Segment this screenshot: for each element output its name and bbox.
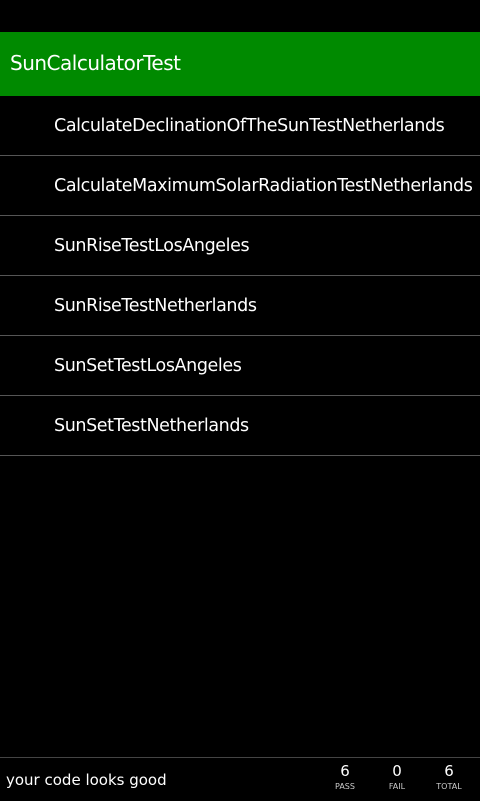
- test-item[interactable]: CalculateDeclinationOfTheSunTestNetherla…: [0, 96, 480, 156]
- total-count: 6 TOTAL: [424, 762, 474, 791]
- status-text: your code looks good: [6, 771, 167, 789]
- test-item[interactable]: CalculateMaximumSolarRadiationTestNether…: [0, 156, 480, 216]
- test-name: SunSetTestNetherlands: [54, 416, 249, 436]
- fail-label: FAIL: [388, 782, 406, 791]
- test-item[interactable]: SunRiseTestLosAngeles: [0, 216, 480, 276]
- test-name: SunRiseTestLosAngeles: [54, 236, 250, 256]
- app-header: SunCalculatorTest: [0, 32, 480, 96]
- fail-count: 0 FAIL: [372, 762, 422, 791]
- fail-value: 0: [392, 762, 402, 780]
- test-item[interactable]: SunSetTestNetherlands: [0, 396, 480, 456]
- pass-count: 6 PASS: [320, 762, 370, 791]
- pass-value: 6: [340, 762, 350, 780]
- test-name: SunRiseTestNetherlands: [54, 296, 257, 316]
- pass-label: PASS: [335, 782, 355, 791]
- total-value: 6: [444, 762, 454, 780]
- page-title: SunCalculatorTest: [10, 51, 181, 75]
- test-item[interactable]: SunRiseTestNetherlands: [0, 276, 480, 336]
- test-name: CalculateDeclinationOfTheSunTestNetherla…: [54, 116, 445, 136]
- test-item[interactable]: SunSetTestLosAngeles: [0, 336, 480, 396]
- results-footer: your code looks good 6 PASS 0 FAIL 6 TOT…: [0, 757, 480, 801]
- test-list: CalculateDeclinationOfTheSunTestNetherla…: [0, 96, 480, 456]
- test-name: SunSetTestLosAngeles: [54, 356, 242, 376]
- test-name: CalculateMaximumSolarRadiationTestNether…: [54, 176, 473, 196]
- total-label: TOTAL: [436, 782, 462, 791]
